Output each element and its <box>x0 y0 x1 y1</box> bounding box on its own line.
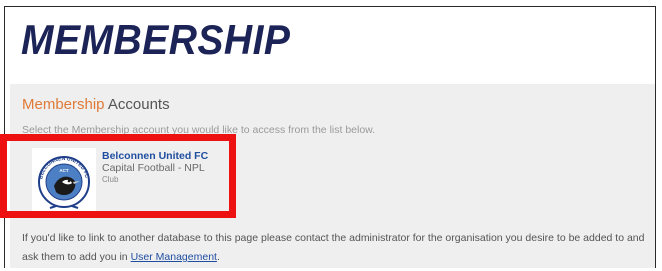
section-heading-rest: Accounts <box>107 96 170 113</box>
user-management-link[interactable]: User Management <box>131 251 217 263</box>
page-header: MEMBERSHIP <box>5 7 655 83</box>
section-heading: Membership Accounts <box>22 96 170 113</box>
page-title: MEMBERSHIP <box>21 16 291 63</box>
footer-text-after: . <box>216 251 220 263</box>
highlight-box <box>0 134 236 218</box>
footer-text-before: If you'd like to link to another databas… <box>22 232 645 263</box>
footer-help-text: If you'd like to link to another databas… <box>22 229 650 267</box>
section-heading-accent: Membership <box>22 96 105 113</box>
